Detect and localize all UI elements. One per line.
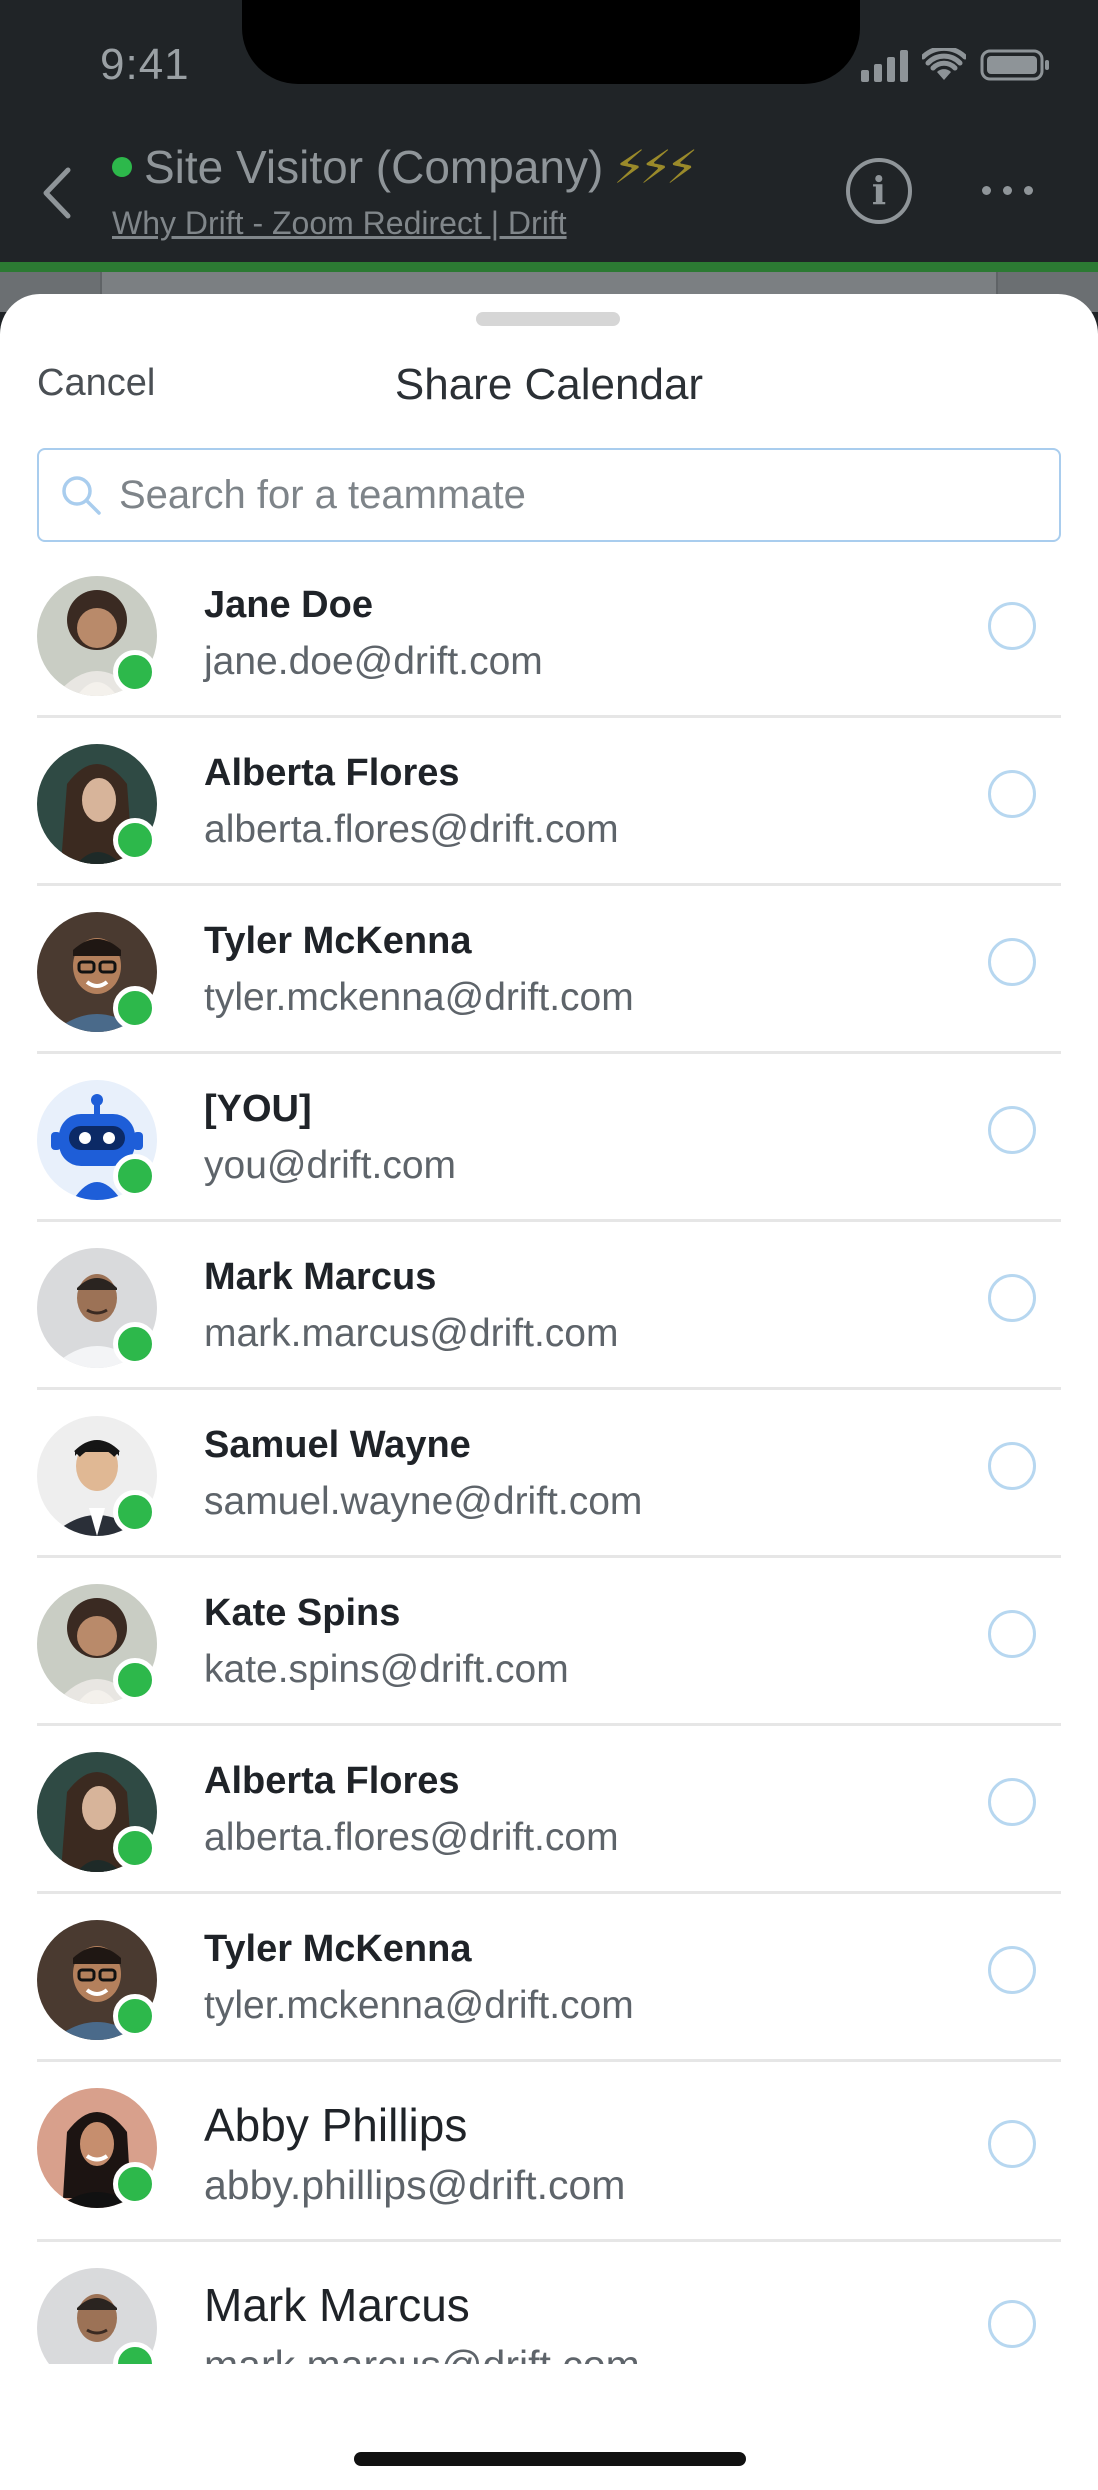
teammate-email: tyler.mckenna@drift.com	[204, 1984, 634, 2027]
more-options-icon[interactable]	[982, 186, 1033, 195]
home-indicator[interactable]	[354, 2452, 746, 2466]
select-radio[interactable]	[988, 2300, 1036, 2348]
select-radio[interactable]	[988, 602, 1036, 650]
teammate-row[interactable]: Alberta Flores alberta.flores@drift.com	[0, 718, 1098, 886]
search-field[interactable]	[37, 448, 1061, 542]
teammate-name: Mark Marcus	[204, 1256, 437, 1298]
bottom-safe-area	[0, 2364, 1098, 2490]
avatar	[37, 1752, 157, 1872]
teammate-row[interactable]: Tyler McKenna tyler.mckenna@drift.com	[0, 1894, 1098, 2062]
online-presence-dot	[113, 1154, 157, 1198]
select-radio[interactable]	[988, 1778, 1036, 1826]
conversation-title: Site Visitor (Company) ⚡⚡⚡	[112, 140, 698, 194]
avatar	[37, 1584, 157, 1704]
teammate-name: Jane Doe	[204, 584, 373, 626]
avatar	[37, 576, 157, 696]
teammate-name: Alberta Flores	[204, 1760, 460, 1802]
back-chevron-icon[interactable]	[38, 166, 78, 220]
online-presence-dot	[113, 818, 157, 862]
teammate-row[interactable]: Tyler McKenna tyler.mckenna@drift.com	[0, 886, 1098, 1054]
navigation-header: 9:41 Site Visitor (Company) ⚡⚡⚡ Why Drif…	[0, 0, 1098, 290]
online-presence-dot	[113, 650, 157, 694]
select-radio[interactable]	[988, 770, 1036, 818]
search-icon	[62, 476, 101, 515]
online-presence-dot	[113, 1994, 157, 2038]
teammate-name: Alberta Flores	[204, 752, 460, 794]
teammate-name: Abby Phillips	[204, 2099, 468, 2151]
share-calendar-sheet: Cancel Share Calendar Jane Doe jane.doe@…	[0, 294, 1098, 2490]
teammate-row[interactable]: Abby Phillips abby.phillips@drift.com	[0, 2062, 1098, 2242]
avatar	[37, 2088, 157, 2208]
avatar	[37, 912, 157, 1032]
online-presence-dot	[113, 2162, 157, 2206]
online-presence-dot	[113, 1826, 157, 1870]
avatar	[37, 1416, 157, 1536]
online-status-dot	[112, 157, 132, 177]
online-presence-dot	[113, 1658, 157, 1702]
select-radio[interactable]	[988, 1946, 1036, 1994]
header-accent-line	[0, 262, 1098, 272]
status-icons	[861, 48, 1050, 82]
online-presence-dot	[113, 1490, 157, 1534]
cellular-signal-icon	[861, 48, 908, 82]
teammate-name: Samuel Wayne	[204, 1424, 471, 1466]
select-radio[interactable]	[988, 2120, 1036, 2168]
select-radio[interactable]	[988, 1274, 1036, 1322]
teammate-row[interactable]: Kate Spins kate.spins@drift.com	[0, 1558, 1098, 1726]
teammate-email: alberta.flores@drift.com	[204, 1816, 619, 1859]
sheet-title: Share Calendar	[394, 360, 704, 409]
avatar	[37, 1920, 157, 2040]
teammate-email: alberta.flores@drift.com	[204, 808, 619, 851]
lightning-bolts-icon: ⚡⚡⚡	[613, 141, 698, 193]
teammate-row[interactable]: Alberta Flores alberta.flores@drift.com	[0, 1726, 1098, 1894]
select-radio[interactable]	[988, 1442, 1036, 1490]
avatar	[37, 1248, 157, 1368]
status-time: 9:41	[100, 40, 190, 89]
teammate-row[interactable]: Jane Doe jane.doe@drift.com	[0, 550, 1098, 718]
select-radio[interactable]	[988, 1610, 1036, 1658]
teammate-list: Jane Doe jane.doe@drift.com Alberta Flor…	[0, 550, 1098, 2422]
select-radio[interactable]	[988, 938, 1036, 986]
teammate-row[interactable]: [YOU] you@drift.com	[0, 1054, 1098, 1222]
online-presence-dot	[113, 986, 157, 1030]
teammate-email: kate.spins@drift.com	[204, 1648, 569, 1691]
nav-title: Site Visitor (Company)	[144, 141, 604, 193]
online-presence-dot	[113, 1322, 157, 1366]
teammate-name: Mark Marcus	[204, 2279, 470, 2331]
teammate-name: Kate Spins	[204, 1592, 401, 1634]
teammate-email: mark.marcus@drift.com	[204, 1312, 619, 1355]
teammate-row[interactable]: Mark Marcus mark.marcus@drift.com	[0, 1222, 1098, 1390]
info-icon[interactable]: i	[846, 158, 912, 224]
search-input[interactable]	[119, 472, 1019, 518]
sheet-grabber[interactable]	[476, 312, 620, 326]
teammate-email: samuel.wayne@drift.com	[204, 1480, 643, 1523]
teammate-email: abby.phillips@drift.com	[204, 2162, 626, 2208]
wifi-icon	[922, 48, 966, 80]
teammate-email: tyler.mckenna@drift.com	[204, 976, 634, 1019]
teammate-email: jane.doe@drift.com	[204, 640, 543, 683]
avatar	[37, 744, 157, 864]
teammate-name: Tyler McKenna	[204, 1928, 472, 1970]
battery-icon	[980, 49, 1049, 81]
device-notch	[242, 0, 860, 84]
avatar	[37, 1080, 157, 1200]
nav-subtitle-link[interactable]: Why Drift - Zoom Redirect | Drift	[112, 205, 567, 242]
teammate-name: Tyler McKenna	[204, 920, 472, 962]
teammate-email: you@drift.com	[204, 1144, 456, 1187]
teammate-name: [YOU]	[204, 1088, 312, 1130]
teammate-row[interactable]: Samuel Wayne samuel.wayne@drift.com	[0, 1390, 1098, 1558]
select-radio[interactable]	[988, 1106, 1036, 1154]
